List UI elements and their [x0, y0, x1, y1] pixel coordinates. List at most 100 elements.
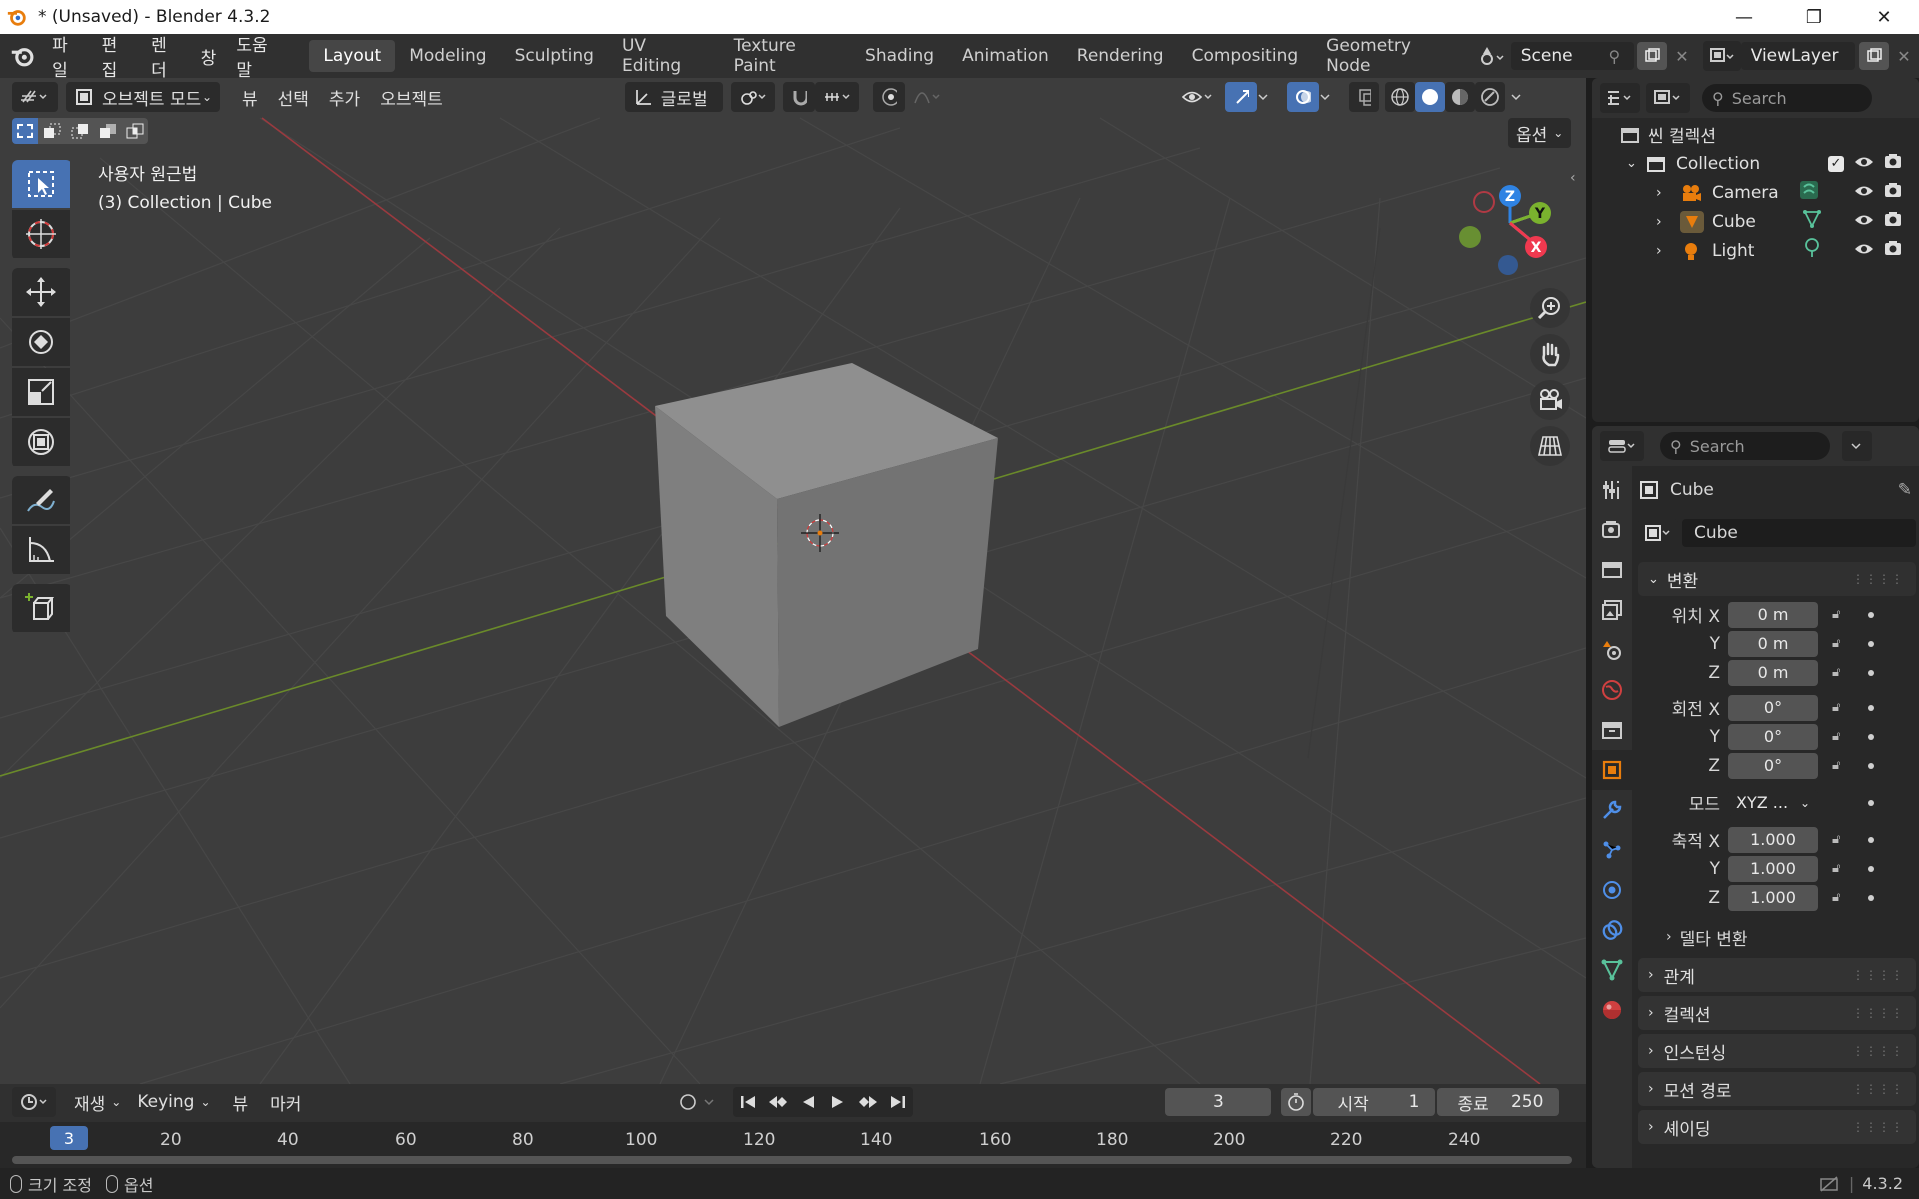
- scale-tool[interactable]: [12, 368, 70, 416]
- sidebar-toggle[interactable]: ‹: [1570, 170, 1576, 186]
- keyframe-dot-icon[interactable]: [1868, 894, 1874, 901]
- pan-button[interactable]: [1530, 334, 1570, 374]
- shading-solid[interactable]: [1414, 82, 1445, 112]
- measure-tool[interactable]: [12, 526, 70, 574]
- jump-end-icon[interactable]: [883, 1087, 913, 1117]
- drag-grip-icon[interactable]: ⋮⋮⋮⋮: [1852, 1044, 1904, 1058]
- motion-paths-panel-header[interactable]: › 모션 경로 ⋮⋮⋮⋮: [1638, 1072, 1916, 1106]
- minimize-button[interactable]: —: [1709, 0, 1779, 34]
- gizmo-toggle[interactable]: [1224, 82, 1257, 112]
- proportional-edit-toggle[interactable]: [872, 82, 905, 112]
- select-extend-icon[interactable]: [38, 118, 66, 144]
- shading-rendered[interactable]: [1474, 82, 1505, 112]
- tab-compositing[interactable]: Compositing: [1178, 40, 1313, 72]
- menu-edit[interactable]: 편집: [92, 36, 142, 81]
- physics-tab[interactable]: [1592, 870, 1632, 910]
- camera-render-icon[interactable]: [1884, 182, 1902, 203]
- select-difference-icon[interactable]: [94, 118, 122, 144]
- select-new-icon[interactable]: [12, 118, 38, 144]
- relations-panel-header[interactable]: › 관계 ⋮⋮⋮⋮: [1638, 958, 1916, 992]
- modifiers-tab[interactable]: [1592, 790, 1632, 830]
- unlock-icon[interactable]: 🔓︎: [1832, 890, 1854, 905]
- drag-grip-icon[interactable]: ⋮⋮⋮⋮: [1852, 968, 1904, 982]
- camera-render-icon[interactable]: [1884, 153, 1902, 174]
- transform-tool[interactable]: [12, 418, 70, 466]
- visibility-selector[interactable]: [1173, 82, 1221, 112]
- tab-layout[interactable]: Layout: [309, 40, 396, 72]
- tab-animation[interactable]: Animation: [948, 40, 1063, 72]
- new-view-layer-icon[interactable]: [1859, 42, 1889, 70]
- constraints-tab[interactable]: [1592, 910, 1632, 950]
- unlock-icon[interactable]: 🔓︎: [1832, 758, 1854, 773]
- 3d-viewport[interactable]: 오브젝트 모드 ⌄ 뷰 선택 추가 오브젝트 글로벌 옵션 ⌄ 사용자 원근법 …: [0, 78, 1586, 1084]
- keyframe-dot-icon[interactable]: [1868, 799, 1874, 806]
- menu-render[interactable]: 렌더: [141, 36, 191, 81]
- menu-file[interactable]: 파일: [42, 36, 92, 81]
- keyframe-dot-icon[interactable]: [1868, 865, 1874, 872]
- shading-options[interactable]: [1505, 82, 1529, 112]
- menu-help[interactable]: 도움말: [226, 36, 290, 81]
- object-browse-button[interactable]: [1638, 519, 1678, 547]
- rotation-x-field[interactable]: 0°: [1728, 694, 1818, 721]
- perspective-toggle-button[interactable]: [1530, 426, 1570, 466]
- xray-toggle[interactable]: [1348, 82, 1379, 112]
- maximize-button[interactable]: ❐: [1779, 0, 1849, 34]
- overlay-options[interactable]: [1319, 82, 1341, 112]
- end-frame-field[interactable]: 종료 250: [1437, 1088, 1560, 1116]
- auto-keying-options[interactable]: [703, 1087, 723, 1117]
- object-data-tab[interactable]: [1592, 950, 1632, 990]
- timeline-editor-type-icon[interactable]: [12, 1087, 56, 1117]
- timeline-scrollbar[interactable]: [12, 1156, 1572, 1164]
- move-tool[interactable]: [12, 268, 70, 316]
- view-layer-tab[interactable]: [1592, 590, 1632, 630]
- select-subtract-icon[interactable]: [66, 118, 94, 144]
- timeline-view-menu[interactable]: 뷰: [225, 1087, 257, 1117]
- rotation-z-field[interactable]: 0°: [1728, 752, 1818, 779]
- scene-tab[interactable]: [1592, 630, 1632, 670]
- location-y-field[interactable]: 0 m: [1728, 630, 1818, 657]
- chevron-right-icon[interactable]: ›: [1656, 243, 1674, 259]
- pivot-point-selector[interactable]: [730, 82, 775, 112]
- keying-menu[interactable]: Keying ⌄: [129, 1087, 218, 1117]
- outliner-item-cube[interactable]: › Cube: [1592, 207, 1919, 236]
- world-tab[interactable]: [1592, 670, 1632, 710]
- chevron-right-icon[interactable]: ›: [1656, 214, 1674, 230]
- collections-panel-header[interactable]: › 컬렉션 ⋮⋮⋮⋮: [1638, 996, 1916, 1030]
- close-button[interactable]: ✕: [1849, 0, 1919, 34]
- delta-transform-subpanel[interactable]: › 델타 변환: [1638, 920, 1916, 954]
- keyframe-dot-icon[interactable]: [1868, 836, 1874, 843]
- camera-render-icon[interactable]: [1884, 240, 1902, 261]
- collection-tab[interactable]: [1592, 710, 1632, 750]
- properties-editor-type-icon[interactable]: [1600, 431, 1644, 461]
- current-frame-field[interactable]: 3: [1165, 1088, 1272, 1116]
- keyframe-dot-icon[interactable]: [1868, 669, 1874, 676]
- playback-menu[interactable]: 재생 ⌄: [66, 1087, 129, 1117]
- rotation-mode-dropdown[interactable]: XYZ ... ⌄: [1728, 789, 1818, 816]
- delete-view-layer-icon[interactable]: ✕: [1889, 41, 1919, 71]
- object-tab[interactable]: [1592, 750, 1632, 790]
- unlock-icon[interactable]: 🔓︎: [1832, 607, 1854, 622]
- viewport-scene[interactable]: [0, 78, 1586, 1084]
- drag-grip-icon[interactable]: ⋮⋮⋮⋮: [1852, 1082, 1904, 1096]
- play-reverse-icon[interactable]: [793, 1087, 823, 1117]
- tab-texture-paint[interactable]: Texture Paint: [720, 36, 851, 76]
- delete-scene-icon[interactable]: ✕: [1667, 41, 1697, 71]
- unlock-icon[interactable]: 🔓︎: [1832, 700, 1854, 715]
- pin-icon[interactable]: ⚲: [1608, 47, 1633, 66]
- properties-search-input[interactable]: ⚲ Search: [1660, 432, 1830, 460]
- location-z-field[interactable]: 0 m: [1728, 659, 1818, 686]
- checkbox-icon[interactable]: ✓: [1828, 155, 1844, 172]
- eye-icon[interactable]: [1854, 154, 1874, 174]
- scale-z-field[interactable]: 1.000: [1728, 884, 1818, 911]
- eye-icon[interactable]: [1854, 212, 1874, 232]
- outliner-search-input[interactable]: ⚲ Search: [1702, 84, 1872, 112]
- output-tab[interactable]: [1592, 550, 1632, 590]
- collection-row[interactable]: ⌄ Collection ✓: [1592, 149, 1919, 178]
- object-name-field[interactable]: Cube: [1682, 519, 1916, 547]
- mode-selector[interactable]: 오브젝트 모드 ⌄: [66, 82, 220, 112]
- keyframe-dot-icon[interactable]: [1868, 611, 1874, 618]
- timeline-ruler[interactable]: 20 40 60 80 100 120 140 160 180 200 220 …: [0, 1122, 1586, 1168]
- drag-grip-icon[interactable]: ⋮⋮⋮⋮: [1852, 1006, 1904, 1020]
- scene-selector-icon[interactable]: [1473, 41, 1511, 71]
- auto-keying-toggle[interactable]: [673, 1087, 703, 1117]
